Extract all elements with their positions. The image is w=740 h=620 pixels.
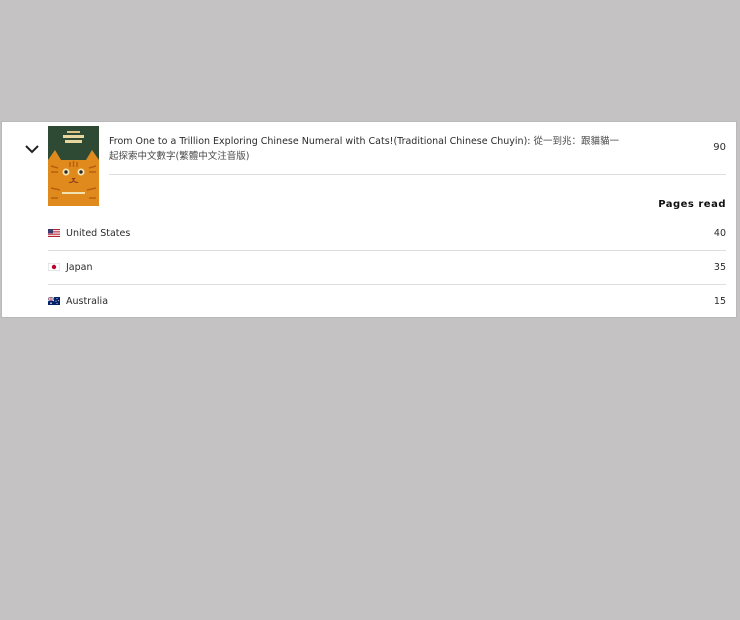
book-title-english: From One to a Trillion Exploring Chinese…: [109, 136, 531, 147]
book-title[interactable]: From One to a Trillion Exploring Chinese…: [109, 134, 629, 164]
pages-read-column-header: Pages read: [658, 199, 726, 210]
book-stats-card: From One to a Trillion Exploring Chinese…: [1, 121, 737, 318]
chevron-down-icon[interactable]: [24, 142, 40, 156]
pages-read-value: 15: [713, 295, 726, 307]
country-row-japan: Japan 35: [48, 250, 726, 285]
country-row-united-states: United States 40: [48, 216, 726, 251]
country-name: Australia: [66, 295, 109, 307]
japan-flag-icon: [48, 263, 60, 271]
australia-flag-icon: [48, 297, 60, 305]
country-name: United States: [66, 227, 131, 239]
pages-read-value: 40: [713, 227, 726, 239]
country-name: Japan: [66, 261, 93, 273]
pages-read-value: 35: [713, 261, 726, 273]
us-flag-icon: [48, 229, 60, 237]
total-pages-read: 90: [713, 142, 726, 153]
book-title-chinese-part2: 起探索中文數字(繁體中文注音版): [109, 151, 250, 162]
country-row-australia: Australia 15: [48, 284, 726, 318]
book-cover: [48, 126, 99, 206]
book-title-chinese-part1: 從一到兆：跟貓貓一: [533, 136, 620, 147]
divider: [109, 174, 726, 175]
